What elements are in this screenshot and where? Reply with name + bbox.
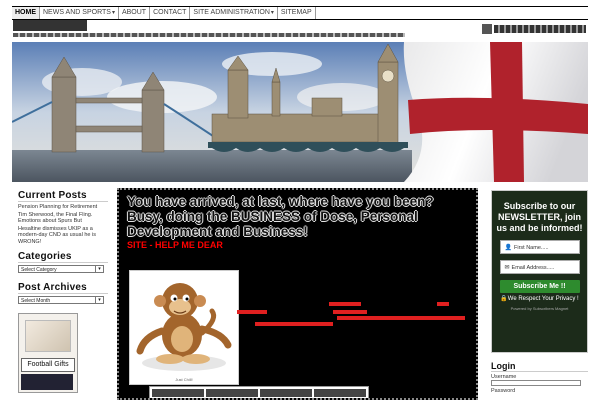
nav-item-home[interactable]: HOME	[12, 7, 40, 19]
newsletter-box: Subscribe to our NEWSLETTER, join us and…	[491, 190, 588, 353]
nav-item-site-administration[interactable]: SITE ADMINISTRATION▾	[190, 7, 278, 19]
header-widget-text	[494, 25, 586, 33]
nav-item-sitemap[interactable]: SITEMAP	[278, 7, 316, 19]
red-text-fragment	[329, 302, 361, 306]
red-text-fragment	[437, 302, 449, 306]
nav-item-contact[interactable]: CONTACT	[150, 7, 191, 19]
site-logo[interactable]	[13, 20, 87, 31]
chevron-down-icon: ▾	[270, 10, 274, 16]
header-banner	[12, 42, 588, 182]
chevron-down-icon: ▾	[111, 10, 115, 16]
right-sidebar: Subscribe to our NEWSLETTER, join us and…	[491, 190, 588, 400]
red-text-fragment	[237, 310, 267, 314]
ad-label: Football Gifts	[21, 358, 75, 372]
lock-icon: 🔒	[500, 296, 508, 302]
strip-image	[314, 389, 366, 397]
image-caption: Just Chill!	[175, 377, 193, 382]
main-content: You have arrived, at last, where have yo…	[117, 188, 478, 400]
red-text-fragment	[255, 322, 333, 326]
login-widget: Login Username Password	[491, 361, 588, 394]
categories-heading: Categories	[18, 251, 108, 263]
nav-item-news-and-sports[interactable]: NEWS AND SPORTS▾	[40, 7, 119, 19]
header-social-widget[interactable]	[482, 23, 586, 35]
login-heading: Login	[491, 361, 588, 372]
gift-product-image	[25, 320, 71, 352]
email-input[interactable]: ✉ Email Address.....	[499, 260, 580, 274]
london-skyline-image	[12, 42, 588, 182]
chevron-down-icon: ▾	[95, 266, 103, 272]
archive-select[interactable]: Select Month ▾	[18, 296, 104, 304]
current-posts-list: Pension Planning for Retirement Tim Sher…	[18, 204, 108, 245]
nav-item-about[interactable]: ABOUT	[119, 7, 151, 19]
image-strip	[149, 386, 369, 398]
newsletter-title: Subscribe to our NEWSLETTER, join us and…	[496, 201, 583, 233]
chevron-down-icon: ▾	[95, 297, 103, 303]
envelope-icon: ✉	[504, 265, 510, 271]
post-link[interactable]: Tim Sherwood, the Final Fling. Emotions …	[18, 212, 108, 225]
archives-heading: Post Archives	[18, 282, 108, 294]
site-tagline	[13, 33, 405, 37]
strip-image	[206, 389, 258, 397]
post-link[interactable]: Pension Planning for Retirement	[18, 204, 108, 211]
monkey-image: Just Chill!	[129, 270, 239, 385]
subscribe-button[interactable]: Subscribe Me !!	[499, 280, 580, 293]
user-icon: 👤	[504, 245, 512, 251]
red-text-fragment	[333, 310, 367, 314]
first-name-input[interactable]: 👤 First Name.....	[499, 240, 580, 254]
strip-image	[260, 389, 312, 397]
page-subtitle: SITE - HELP ME DEAR	[127, 240, 223, 250]
current-posts-heading: Current Posts	[18, 190, 108, 202]
monkey-illustration	[136, 283, 232, 371]
category-select[interactable]: Select Category ▾	[18, 265, 104, 273]
left-sidebar: Current Posts Pension Planning for Retir…	[18, 190, 108, 393]
powered-by[interactable]: Powered by Subscribers Magnet	[496, 306, 583, 311]
username-input[interactable]	[491, 380, 581, 386]
football-gifts-ad[interactable]: Football Gifts	[18, 313, 78, 393]
password-label: Password	[491, 388, 516, 394]
post-link[interactable]: Hesaltine dismisses UKIP as a modern-day…	[18, 226, 108, 246]
top-nav: HOME NEWS AND SPORTS▾ ABOUT CONTACT SITE…	[12, 6, 588, 20]
page-title: You have arrived, at last, where have yo…	[127, 194, 434, 239]
red-text-fragment	[337, 316, 465, 320]
strip-image	[152, 389, 204, 397]
ad-footer-image	[21, 374, 73, 390]
privacy-note: 🔒We Respect Your Privacy !	[500, 296, 579, 302]
rss-icon	[482, 24, 492, 34]
